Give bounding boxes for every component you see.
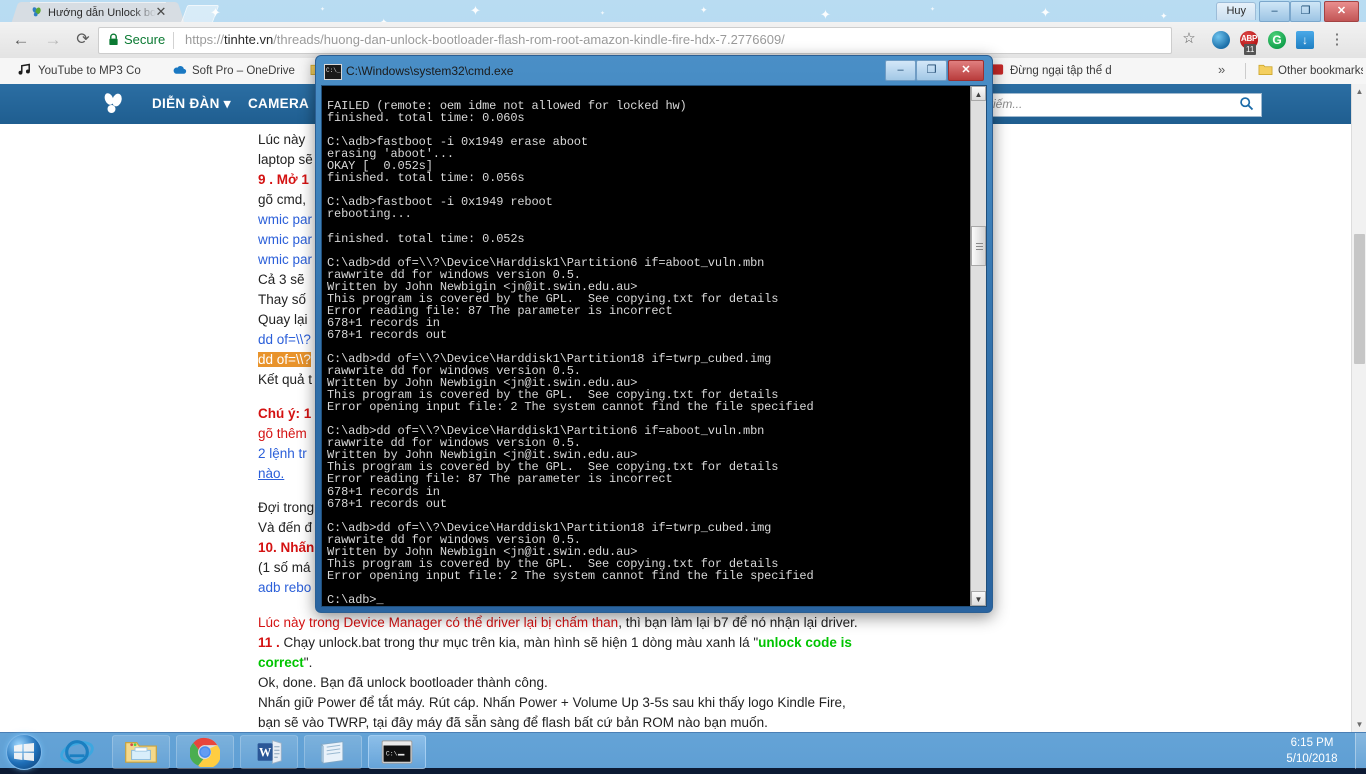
- taskbar-microsoft-word[interactable]: W: [240, 735, 298, 769]
- cmd-close-button[interactable]: ✕: [948, 60, 984, 81]
- clock-time: 6:15 PM: [1290, 737, 1334, 749]
- article-line: Ok, done. Bạn đã unlock bootloader thành…: [258, 675, 548, 690]
- adblock-badge: 11: [1244, 44, 1257, 55]
- cmd-title-bar[interactable]: C:\Windows\system32\cmd.exe – ❐ ✕: [320, 60, 988, 84]
- tab-title: Hướng dẫn Unlock bootl: [48, 7, 156, 19]
- command-prompt-window[interactable]: C:\Windows\system32\cmd.exe – ❐ ✕ FAILED…: [315, 55, 993, 613]
- cmd-maximize-button[interactable]: ❐: [916, 60, 947, 81]
- bookmark-youtube-to-mp3[interactable]: YouTube to MP3 Co: [18, 62, 158, 80]
- tab-favicon-icon: [30, 6, 43, 19]
- taskbar-clock[interactable]: 6:15 PM 5/10/2018: [1274, 735, 1350, 767]
- article-bottom-block: Lúc này trong Device Manager có thể driv…: [258, 613, 1258, 732]
- tinhte-logo-icon[interactable]: [100, 92, 126, 116]
- browser-toolbar: ← → ⟳ Secure https://tinhte.vn/threads/h…: [0, 22, 1366, 59]
- bookmark-star-icon[interactable]: ☆: [1178, 28, 1200, 50]
- start-button[interactable]: [6, 734, 42, 770]
- cmd-console-icon: [324, 64, 342, 80]
- yellow-folder-icon: [1258, 63, 1273, 76]
- adblock-plus-icon[interactable]: ABP 11: [1240, 31, 1258, 55]
- scrollbar-thumb[interactable]: [1354, 234, 1365, 364]
- scroll-up-icon[interactable]: ▲: [1352, 84, 1366, 99]
- scrollbar-grip: [976, 243, 983, 250]
- site-nav-dien-dan[interactable]: DIỄN ĐÀN ▾: [152, 96, 231, 112]
- reload-button[interactable]: ⟳: [72, 29, 94, 51]
- taskbar-file-explorer[interactable]: [112, 735, 170, 769]
- chrome-menu-icon[interactable]: ⋮: [1328, 30, 1346, 50]
- music-note-icon: [18, 63, 33, 76]
- window-maximize-button[interactable]: ❐: [1290, 1, 1321, 22]
- site-search-input[interactable]: kiếm...: [980, 93, 1262, 117]
- bookmark-label: YouTube to MP3 Co: [38, 65, 141, 77]
- scroll-down-icon[interactable]: ▼: [1352, 717, 1366, 732]
- svg-text:C:\: C:\: [386, 751, 398, 758]
- onedrive-cloud-icon: [172, 64, 187, 77]
- tab-strip: Hướng dẫn Unlock bootl ✕ Huy – ❐ ✕: [0, 0, 1366, 23]
- cmd-minimize-button[interactable]: –: [885, 60, 916, 81]
- forward-button[interactable]: →: [42, 29, 64, 51]
- profile-button[interactable]: Huy: [1216, 2, 1256, 20]
- site-nav-camera[interactable]: CAMERA: [248, 96, 309, 111]
- cmd-scrollbar-thumb[interactable]: [971, 226, 986, 266]
- cmd-window-title: C:\Windows\system32\cmd.exe: [346, 64, 514, 78]
- windows-taskbar: W C:\ EN ▲: [0, 732, 1366, 770]
- bookmark-label: Đừng ngại tập thể d: [1010, 65, 1112, 77]
- taskbar-internet-explorer[interactable]: [48, 735, 106, 769]
- article-line: correct".: [258, 655, 313, 670]
- window-close-button[interactable]: ✕: [1324, 1, 1359, 22]
- adblock-label: ABP: [1241, 34, 1257, 43]
- bookmarks-overflow-icon[interactable]: »: [1218, 62, 1225, 77]
- clock-date: 5/10/2018: [1286, 753, 1338, 765]
- other-bookmarks-label: Other bookmarks: [1278, 65, 1363, 77]
- new-tab-button[interactable]: [180, 5, 220, 23]
- svg-text:W: W: [259, 745, 272, 759]
- article-line: Nhấn giữ Power để tắt máy. Rút cáp. Nhấn…: [258, 695, 846, 710]
- lock-icon: [108, 33, 119, 46]
- download-icon[interactable]: ↓: [1296, 31, 1314, 49]
- window-minimize-button[interactable]: –: [1259, 1, 1290, 22]
- bookmark-dung-ngai[interactable]: Đừng ngại tập thể d: [990, 62, 1212, 80]
- blue-globe-extension-icon[interactable]: [1212, 31, 1230, 49]
- cmd-output-text: FAILED (remote: oem idme not allowed for…: [327, 99, 814, 607]
- browser-tab[interactable]: Hướng dẫn Unlock bootl ✕: [22, 2, 174, 22]
- article-line: bạn sẽ vào TWRP, tại đây máy đã sẵn sàng…: [258, 715, 768, 730]
- bookmarks-divider: [1245, 63, 1246, 79]
- grammarly-icon[interactable]: G: [1268, 31, 1286, 49]
- taskbar-command-prompt[interactable]: C:\: [368, 735, 426, 769]
- back-button[interactable]: ←: [10, 29, 32, 51]
- bookmark-label: Soft Pro – OneDrive: [192, 65, 295, 77]
- cmd-scrollbar[interactable]: ▲ ▼: [970, 86, 986, 606]
- cmd-console-body[interactable]: FAILED (remote: oem idme not allowed for…: [321, 85, 987, 607]
- omnibox-divider: [173, 32, 174, 49]
- article-line: 11 . Chạy unlock.bat trong thư mục trên …: [258, 635, 852, 650]
- security-label: Secure: [124, 32, 166, 47]
- address-bar-url: https://tinhte.vn/threads/huong-dan-unlo…: [185, 32, 785, 47]
- search-icon[interactable]: [1239, 96, 1254, 114]
- bookmark-softpro-onedrive[interactable]: Soft Pro – OneDrive: [172, 62, 302, 80]
- article-line: Lúc này trong Device Manager có thể driv…: [258, 615, 858, 630]
- show-desktop-button[interactable]: [1355, 733, 1366, 769]
- cmd-scroll-down-icon[interactable]: ▼: [971, 591, 986, 606]
- cmd-scroll-up-icon[interactable]: ▲: [971, 86, 986, 101]
- taskbar-google-chrome[interactable]: [176, 735, 234, 769]
- address-bar[interactable]: Secure https://tinhte.vn/threads/huong-d…: [98, 27, 1172, 54]
- page-scrollbar[interactable]: ▲ ▼: [1351, 84, 1366, 732]
- tab-close-icon[interactable]: ✕: [154, 5, 168, 19]
- taskbar-notepad[interactable]: [304, 735, 362, 769]
- other-bookmarks-button[interactable]: Other bookmarks: [1258, 62, 1363, 80]
